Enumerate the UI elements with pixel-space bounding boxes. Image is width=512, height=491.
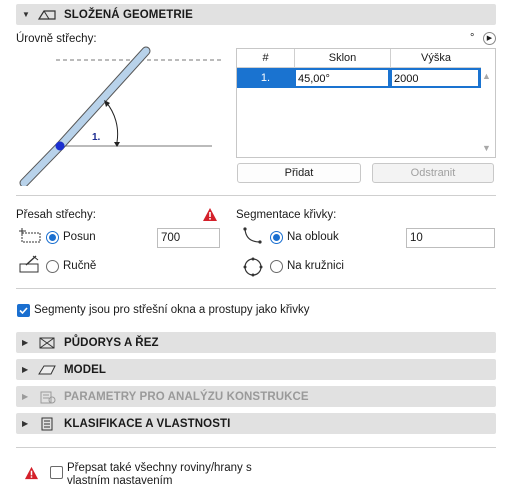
segmentation-label: Segmentace křivky: [236, 209, 337, 221]
section-title: SLOŽENÁ GEOMETRIE [64, 8, 193, 21]
override-custom-settings-checkbox[interactable] [50, 466, 63, 479]
section-structural-analysis[interactable]: ▶ PARAMETRY PRO ANALÝZU KONSTRUKCE [16, 386, 496, 407]
overhang-offset-input[interactable]: 700 [157, 228, 220, 248]
chevron-right-icon[interactable]: ▶ [22, 392, 30, 401]
arc-radio[interactable] [270, 231, 283, 244]
offset-radio[interactable] [46, 231, 59, 244]
segments-as-curves-checkbox[interactable] [17, 304, 30, 317]
table-scrollbar[interactable]: ▲ ▼ [480, 49, 495, 157]
segments-as-curves-label: Segmenty jsou pro střešní okna a prostup… [34, 304, 310, 316]
structural-analysis-icon [36, 389, 58, 405]
chevron-down-icon[interactable]: ▼ [22, 10, 30, 19]
segmentation-value-input[interactable]: 10 [406, 228, 495, 248]
section-title: KLASIFIKACE A VLASTNOSTI [64, 417, 231, 430]
divider [16, 288, 496, 289]
roof-levels-label: Úrovně střechy: [16, 33, 97, 45]
scroll-up-icon[interactable]: ▲ [482, 71, 491, 81]
arc-radio-label: Na oblouk [287, 231, 339, 243]
manual-radio-label: Ručně [63, 260, 97, 272]
section-title: MODEL [64, 363, 107, 376]
floor-plan-icon [36, 335, 58, 351]
divider [16, 447, 496, 448]
diagram-level-label: 1. [92, 132, 101, 143]
overhang-label: Přesah střechy: [16, 209, 96, 221]
section-floor-plan[interactable]: ▶ PŮDORYS A ŘEZ [16, 332, 496, 353]
column-header-pitch: Sklon [295, 49, 391, 68]
offset-icon [19, 228, 41, 243]
warning-icon [24, 466, 39, 480]
circle-radio[interactable] [270, 260, 283, 273]
table-row[interactable]: 1. 45,00° 2000 [237, 68, 481, 88]
circle-radio-label: Na kružnici [287, 260, 344, 272]
height-field[interactable]: 2000 [391, 69, 479, 87]
scroll-down-icon[interactable]: ▼ [482, 143, 491, 153]
column-header-number: # [237, 49, 295, 68]
column-header-height: Výška [421, 52, 451, 64]
classification-icon [36, 416, 58, 432]
model-icon [36, 362, 58, 378]
roof-levels-table: # Sklon Výška 1. 45,00° 2000 ▲ ▼ [236, 48, 496, 158]
degree-unit-label: ° [470, 32, 475, 44]
override-label: Přepsat také všechny roviny/hrany s vlas… [67, 462, 252, 488]
chevron-right-icon[interactable]: ▶ [22, 365, 30, 374]
next-arrow-icon[interactable]: ▶ [483, 32, 496, 45]
section-title: PŮDORYS A ŘEZ [64, 336, 159, 349]
section-composite-geometry[interactable]: ▼ SLOŽENÁ GEOMETRIE [16, 4, 496, 25]
row-number: 1. [260, 72, 271, 84]
pitch-field[interactable]: 45,00° [295, 69, 389, 87]
composite-roof-icon [36, 7, 58, 23]
override-label-line1: Přepsat také všechny roviny/hrany s [67, 462, 252, 474]
manual-radio[interactable] [46, 260, 59, 273]
checkmark-icon [19, 307, 28, 315]
table-header: # Sklon Výška [237, 49, 481, 68]
remove-level-button[interactable]: Odstranit [372, 163, 494, 183]
section-model[interactable]: ▶ MODEL [16, 359, 496, 380]
section-classification[interactable]: ▶ KLASIFIKACE A VLASTNOSTI [16, 413, 496, 434]
offset-radio-label: Posun [63, 231, 96, 243]
circle-icon [243, 257, 263, 277]
warning-icon [203, 208, 217, 221]
chevron-right-icon[interactable]: ▶ [22, 419, 30, 428]
section-title: PARAMETRY PRO ANALÝZU KONSTRUKCE [64, 390, 309, 403]
divider [16, 195, 496, 196]
roof-level-diagram: 1. [19, 46, 222, 186]
manual-icon [19, 255, 39, 273]
chevron-right-icon[interactable]: ▶ [22, 338, 30, 347]
arc-icon [243, 227, 262, 244]
add-level-button[interactable]: Přidat [237, 163, 361, 183]
override-label-line2: vlastním nastavením [67, 475, 173, 487]
